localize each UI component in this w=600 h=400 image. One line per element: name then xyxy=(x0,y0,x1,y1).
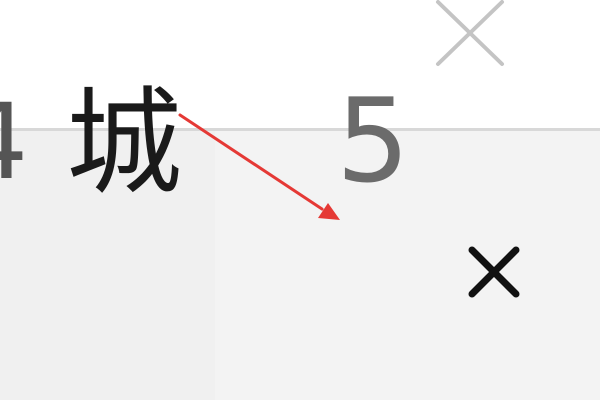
close-icon[interactable] xyxy=(432,0,508,70)
screenshot-stage: 4 城 5 xyxy=(0,0,600,400)
number-value: 5 xyxy=(336,74,410,209)
partial-digit: 4 xyxy=(0,90,28,194)
city-character: 城 xyxy=(66,76,182,211)
multiply-icon[interactable] xyxy=(462,240,526,304)
